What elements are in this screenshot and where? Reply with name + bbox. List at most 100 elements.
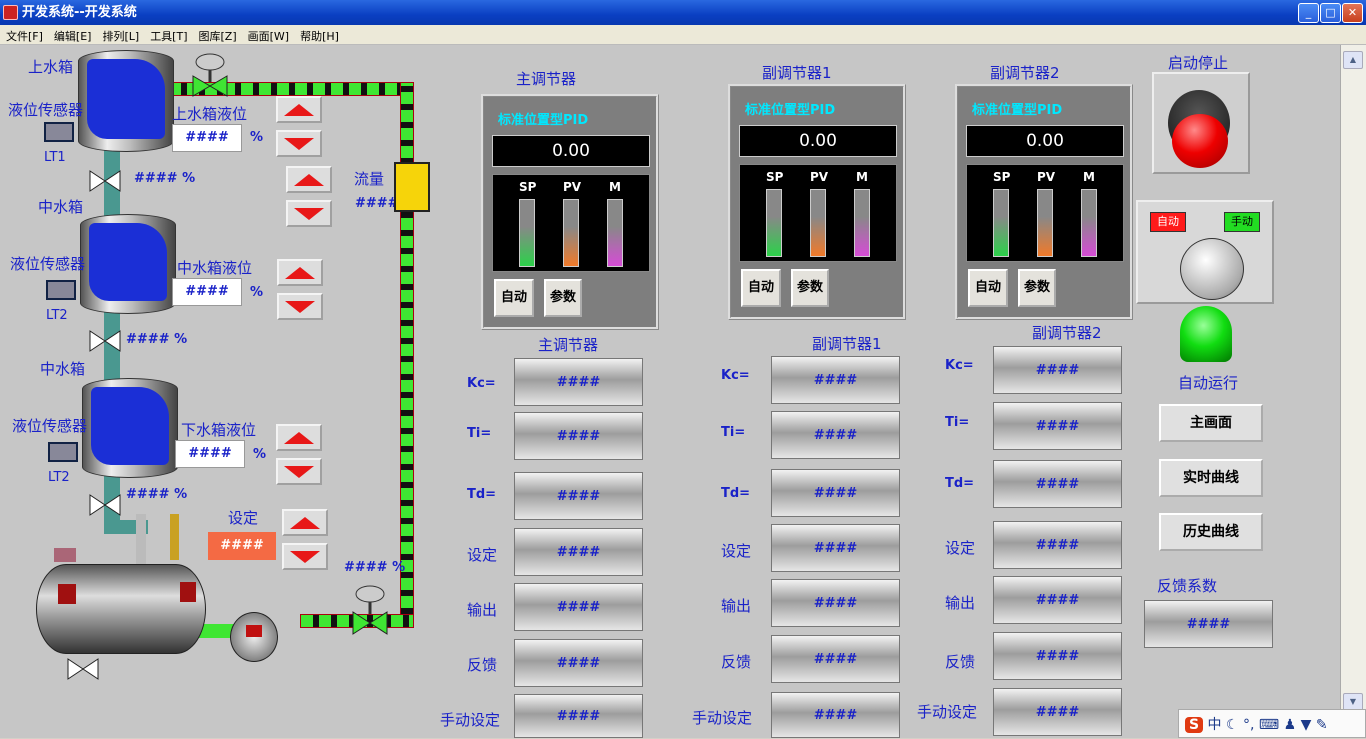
sub2-out-field[interactable]: #### [993,576,1122,624]
ime-mode-indicator[interactable]: 中 [1208,717,1222,733]
pump-indicator [246,625,262,637]
valve-icon[interactable] [88,328,122,354]
pump-reading: #### % [344,560,406,575]
start-stop-panel [1152,72,1250,174]
set-label: 设定 [467,546,498,564]
middle-level-down-button[interactable] [277,293,323,320]
user-icon[interactable]: ♟ [1284,717,1297,733]
skin-icon[interactable]: ▼ [1301,717,1312,733]
sub1-manual-field[interactable]: #### [771,692,900,738]
manual-label: 手动设定 [917,703,978,721]
middle-level-up-button[interactable] [277,259,323,286]
sensor-label-1: 液位传感器 [8,101,84,119]
sub2-fb-field[interactable]: #### [993,632,1122,680]
upper-level-down-button[interactable] [276,130,322,157]
fb-label: 反馈 [467,656,498,674]
main-screen-button[interactable]: 主画面 [1159,404,1263,442]
menu-tools[interactable]: 工具[T] [144,25,192,44]
sub2-ti-field[interactable]: #### [993,402,1122,450]
sub1-td-field[interactable]: #### [771,469,900,517]
main-auto-button[interactable]: 自动 [494,279,534,317]
boiler-cap [54,548,76,562]
main-controller-title: 主调节器 [516,70,577,88]
sub1-set-field[interactable]: #### [771,524,900,572]
control-valve-icon[interactable] [350,584,390,636]
main-set-field[interactable]: #### [514,528,643,576]
lower-level-down-button[interactable] [276,458,322,485]
minimize-button[interactable]: _ [1298,3,1319,23]
sub2-manual-field[interactable]: #### [993,688,1122,736]
valve-icon[interactable] [88,492,122,518]
menu-bar: 文件[F] 编辑[E] 排列[L] 工具[T] 图库[Z] 画面[W] 帮助[H] [0,25,1366,45]
menu-help[interactable]: 帮助[H] [294,25,344,44]
sp-bar [766,189,782,257]
control-valve-icon[interactable] [190,52,230,98]
sub2-pid-panel: 标准位置型PID 0.00 SP PV M 自动 参数 [955,84,1133,320]
upper-level-up-button[interactable] [276,96,322,123]
upper-level-value: #### [172,124,242,152]
sub2-set-field[interactable]: #### [993,521,1122,569]
keyboard-icon[interactable]: ⌨ [1259,717,1279,733]
menu-screen[interactable]: 画面[W] [242,25,294,44]
arrow-up-icon [284,431,314,444]
main-param-button[interactable]: 参数 [544,279,582,317]
close-button[interactable]: ✕ [1342,3,1363,23]
vertical-scrollbar[interactable]: ▲ ▼ [1340,45,1366,738]
ime-logo-icon[interactable]: S [1185,717,1204,733]
sub1-ti-field[interactable]: #### [771,411,900,459]
sub2-auto-button[interactable]: 自动 [968,269,1008,307]
main-td-field[interactable]: #### [514,472,643,520]
sub1-controller-title: 副调节器1 [762,64,832,82]
wrench-icon[interactable]: ✎ [1316,717,1328,733]
sub1-auto-button[interactable]: 自动 [741,269,781,307]
punctuation-icon[interactable]: °, [1243,717,1254,733]
flow-up-button[interactable] [286,166,332,193]
start-stop-button[interactable] [1172,114,1228,168]
sub2-param-button[interactable]: 参数 [1018,269,1056,307]
main-manual-field[interactable]: #### [514,694,643,738]
sub2-kc-field[interactable]: #### [993,346,1122,394]
setpoint-down-button[interactable] [282,543,328,570]
pump-icon[interactable] [230,612,278,662]
arrow-up-icon [284,103,314,116]
sub2-td-field[interactable]: #### [993,460,1122,508]
upper-tank [78,50,174,152]
out-label: 输出 [467,601,498,619]
mode-switch-panel: 自动 手动 [1136,200,1274,304]
lower-level-up-button[interactable] [276,424,322,451]
sub1-param-button[interactable]: 参数 [791,269,829,307]
sub1-kc-field[interactable]: #### [771,356,900,404]
moon-icon[interactable]: ☾ [1226,717,1239,733]
boiler-port [58,584,76,604]
ime-toolbar[interactable]: S 中 ☾ °, ⌨ ♟ ▼ ✎ [1178,709,1366,738]
maximize-button[interactable]: □ [1320,3,1341,23]
valve-icon[interactable] [88,168,122,194]
main-kc-field[interactable]: #### [514,358,643,406]
mode-rotary-knob[interactable] [1180,238,1244,300]
main-ti-field[interactable]: #### [514,412,643,460]
menu-arrange[interactable]: 排列[L] [96,25,144,44]
menu-edit[interactable]: 编辑[E] [48,25,97,44]
setpoint-up-button[interactable] [282,509,328,536]
pid-output-display: 0.00 [739,125,897,157]
sub2-controller-title: 副调节器2 [990,64,1060,82]
manual-label: 手动设定 [440,711,501,729]
feedback-coef-field[interactable]: #### [1144,600,1273,648]
scroll-up-icon[interactable]: ▲ [1343,51,1363,69]
app-icon[interactable] [3,5,18,20]
pid-title: 标准位置型PID [498,113,589,128]
main-out-field[interactable]: #### [514,583,643,631]
valve-icon[interactable] [66,656,100,682]
sub1-fb-field[interactable]: #### [771,635,900,683]
flow-down-button[interactable] [286,200,332,227]
sensor-label-2: 液位传感器 [10,255,86,273]
history-curve-button[interactable]: 历史曲线 [1159,513,1263,551]
menu-gallery[interactable]: 图库[Z] [193,25,242,44]
realtime-curve-button[interactable]: 实时曲线 [1159,459,1263,497]
lower-level-label: 下水箱液位 [181,421,257,439]
menu-file[interactable]: 文件[F] [0,25,48,44]
manual-mode-tag: 手动 [1224,212,1260,232]
sub1-out-field[interactable]: #### [771,579,900,627]
main-fb-field[interactable]: #### [514,639,643,687]
setpoint-value[interactable]: #### [208,532,276,560]
